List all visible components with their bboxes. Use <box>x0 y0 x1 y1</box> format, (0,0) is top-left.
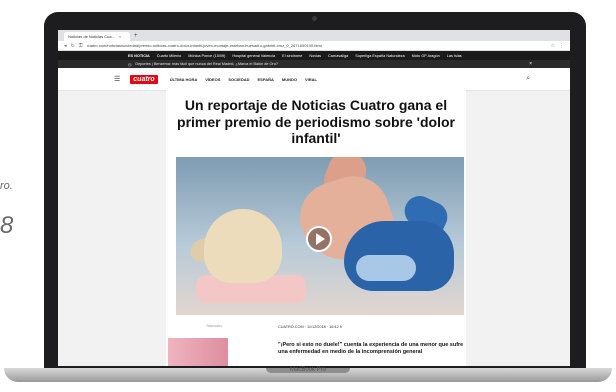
article-byline: CUATRO.COM · 11/12/2018 · 16:42 h <box>278 325 342 329</box>
url-field[interactable]: cuatro.com/noticias/sociedad/premio-noti… <box>87 43 547 48</box>
video-frame-shape <box>356 255 416 281</box>
trending-bar: ES NOTICIA Cuarto Milenio Mónica Ponce (… <box>58 51 570 60</box>
main-nav: ÚLTIMA HORA VÍDEOS SOCIEDAD ESPAÑA MUNDO… <box>170 77 317 82</box>
laptop-screen: Noticias de Noticias Cua... × + ◂ ↻ ⚿ cu… <box>58 30 570 366</box>
clock-icon: ◷ <box>128 62 132 67</box>
trending-item[interactable]: Mónica Ponce (15/09) <box>188 54 225 58</box>
article-content: Un reportaje de Noticias Cuatro gana el … <box>166 90 466 366</box>
tab-close-icon[interactable]: × <box>119 32 121 41</box>
trending-item[interactable]: Superliga España Naturaleza <box>355 54 404 58</box>
address-bar: ◂ ↻ ⚿ cuatro.com/noticias/sociedad/premi… <box>58 41 570 51</box>
cuatro-logo[interactable]: cuatro <box>130 74 158 84</box>
trending-item[interactable]: Novias <box>309 54 321 58</box>
nav-item-mundo[interactable]: MUNDO <box>282 77 297 82</box>
breaking-news-text[interactable]: Deportes | Benzema: mas fácil que nunca … <box>135 62 278 66</box>
site-header: ☰ cuatro ÚLTIMA HORA VÍDEOS SOCIEDAD ESP… <box>58 68 570 91</box>
nav-item-espana[interactable]: ESPAÑA <box>258 77 274 82</box>
background-text-fragment: ro. <box>0 180 13 192</box>
menu-icon[interactable]: ⋮ <box>559 43 564 49</box>
nav-item-videos[interactable]: VÍDEOS <box>205 77 220 82</box>
related-thumbnail[interactable] <box>168 338 228 366</box>
browser-tab-bar: Noticias de Noticias Cua... × + <box>58 30 570 41</box>
back-icon[interactable]: ◂ <box>64 43 67 49</box>
play-icon <box>316 233 325 245</box>
trending-item[interactable]: Hospital general Valencia <box>232 54 275 58</box>
browser-tab[interactable]: Noticias de Noticias Cua... × <box>64 32 130 41</box>
play-button[interactable] <box>306 226 332 252</box>
video-player[interactable] <box>176 157 464 315</box>
trending-item[interactable]: El síndrome <box>282 54 302 58</box>
laptop-model-label: MacBook Pro <box>289 367 326 373</box>
article-lead: "¡Pero si esto no duele!" cuenta la expe… <box>278 342 464 355</box>
hamburger-menu-icon[interactable]: ☰ <box>114 75 120 83</box>
lock-icon: ⚿ <box>78 42 83 49</box>
reload-icon[interactable]: ↻ <box>71 43 75 49</box>
video-frame-shape <box>204 209 282 283</box>
photo-caption: Telecuatro <box>206 324 223 328</box>
laptop-base: MacBook Pro <box>4 367 612 382</box>
trending-item[interactable]: Las Islas <box>447 54 462 58</box>
trending-item[interactable]: Cuarto Milenio <box>157 54 181 58</box>
new-tab-button[interactable]: + <box>134 32 138 41</box>
article-headline: Un reportaje de Noticias Cuatro gana el … <box>177 97 455 146</box>
trending-label: ES NOTICIA <box>128 53 150 58</box>
close-icon[interactable]: × <box>529 61 532 67</box>
star-icon[interactable]: ☆ <box>551 43 555 49</box>
nav-item-sociedad[interactable]: SOCIEDAD <box>228 77 249 82</box>
breaking-news-bar: ◷ Deportes | Benzema: mas fácil que nunc… <box>58 60 570 68</box>
trending-item[interactable]: Moto GP Aragón <box>412 54 440 58</box>
search-icon[interactable]: ⌕ <box>526 75 530 83</box>
tab-title: Noticias de Noticias Cua... <box>68 34 115 39</box>
nav-item-viral[interactable]: VIRAL <box>305 77 317 82</box>
background-year-fragment: 8 <box>0 212 14 239</box>
trending-item[interactable]: Carnavaliga <box>328 54 348 58</box>
nav-item-ultima-hora[interactable]: ÚLTIMA HORA <box>170 77 198 82</box>
camera <box>312 16 317 21</box>
